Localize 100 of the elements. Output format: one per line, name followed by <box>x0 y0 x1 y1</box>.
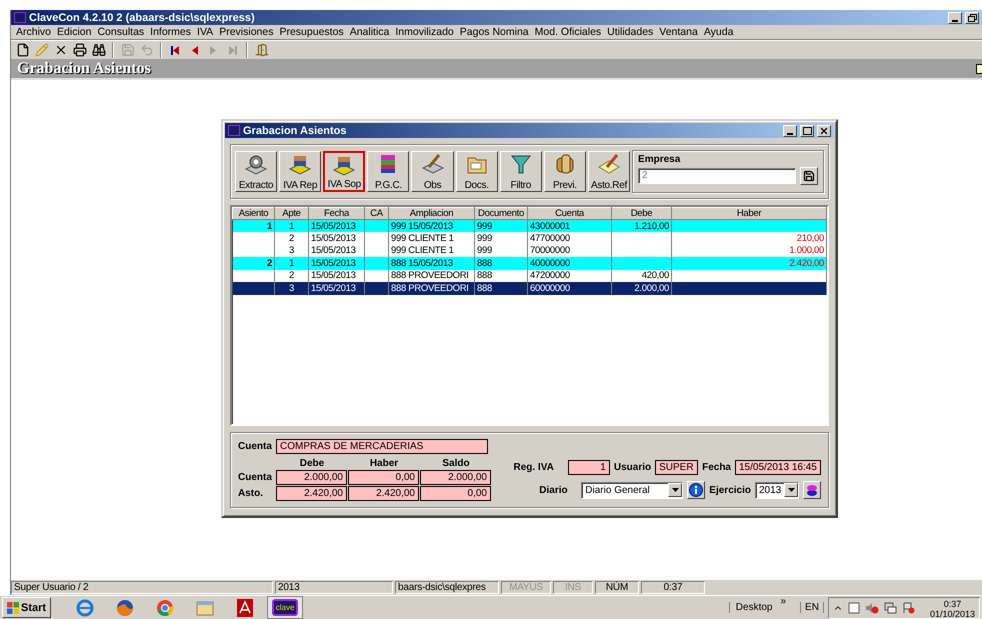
column-header[interactable]: Haber <box>672 208 826 220</box>
column-header[interactable]: CA <box>364 208 388 220</box>
minimize-icon <box>952 20 958 22</box>
restore-button[interactable] <box>965 12 979 24</box>
minimize-button[interactable] <box>783 124 797 136</box>
next-icon <box>209 46 218 54</box>
chevron-button[interactable]: » <box>780 596 786 607</box>
start-button[interactable]: Start <box>2 597 52 618</box>
menu-item[interactable]: IVA <box>194 26 216 38</box>
app-icon <box>228 125 240 136</box>
column-header[interactable]: Fecha <box>308 208 364 220</box>
toolbar-button[interactable]: Obs <box>411 151 454 192</box>
row-label: Cuenta <box>238 472 273 483</box>
note-icon <box>596 153 621 175</box>
save-icon <box>120 43 134 57</box>
column-header[interactable]: Cuenta <box>528 208 612 220</box>
close-button[interactable] <box>817 124 831 136</box>
field-label: Cuenta <box>238 441 273 452</box>
field-label: Diario <box>539 484 569 496</box>
date-field: 15/05/2013 16:45 <box>735 460 821 475</box>
close-icon <box>819 126 829 136</box>
toolbar-button[interactable] <box>71 42 88 58</box>
field-label: Ejercicio <box>709 484 751 496</box>
taskbar-app[interactable]: clave <box>267 596 304 619</box>
page-heading: Grabacion Asientos <box>17 60 152 78</box>
minimize-icon <box>787 132 793 134</box>
app-icon <box>14 12 26 23</box>
menu-item[interactable]: Ventana <box>656 26 701 38</box>
menu-item[interactable]: Pagos Nomina <box>456 26 532 38</box>
info-icon <box>689 483 704 497</box>
database-button[interactable] <box>803 481 821 499</box>
year-dropdown[interactable]: 2013 <box>755 482 799 498</box>
total-field: 0,00 <box>348 470 419 485</box>
toolbar-button[interactable]: Asto.Ref <box>588 151 630 192</box>
flag-icon[interactable] <box>902 602 915 614</box>
table-cell: 15/05/2013 <box>308 282 364 294</box>
table-row[interactable]: 2 1 15/05/2013 888 15/05/2013 888 40000000 2.420,00 <box>232 257 826 270</box>
maximize-button[interactable] <box>800 124 814 136</box>
menu-item[interactable]: Previsiones <box>216 26 276 38</box>
column-header: Debe <box>298 459 326 469</box>
total-field: 2.000,00 <box>420 470 491 485</box>
browser-icon <box>115 598 136 618</box>
minimize-button[interactable] <box>948 12 962 24</box>
table-row[interactable]: 3 15/05/2013 999 CLIENTE 1 999 70000000 1.000,00 <box>232 244 826 257</box>
restore-icon <box>968 14 976 22</box>
dialog-title: Grabacion Asientos <box>243 124 348 136</box>
toolbar-button[interactable] <box>90 42 107 58</box>
user-field: SUPER <box>655 460 698 475</box>
empresa-field[interactable]: 2 <box>638 168 796 184</box>
table-row[interactable]: 1 1 15/05/2013 999 15/05/2013 999 43000001 1.210,00 <box>232 220 826 232</box>
toolbar-button[interactable]: P.G.C. <box>367 151 410 192</box>
menu-item[interactable]: Ayuda <box>700 26 736 38</box>
door-icon <box>254 43 268 57</box>
info-button[interactable] <box>687 481 706 499</box>
network-icon[interactable] <box>884 602 897 614</box>
clock[interactable]: 0:37 01/10/2013 <box>930 596 975 619</box>
menu-item[interactable]: Utilidades <box>604 26 656 38</box>
table-row[interactable]: 2 15/05/2013 888 PROVEEDORI 888 47200000 420,00 <box>232 270 826 282</box>
menu-item[interactable]: Analitica <box>346 26 392 38</box>
menu-item[interactable]: Presupuestos <box>276 26 347 38</box>
reg-iva-field: 1 <box>568 460 610 475</box>
column-header[interactable]: Apte <box>274 208 308 220</box>
column-header: Saldo <box>441 459 471 469</box>
status-panel: Super Usuario / 2 <box>11 581 273 594</box>
column-header[interactable]: Ampliacion <box>388 208 474 220</box>
field-label: Reg. IVA <box>513 462 554 473</box>
pencil-icon <box>34 43 48 57</box>
table-row[interactable]: 2 15/05/2013 999 CLIENTE 1 999 47700000 210,00 <box>232 232 826 244</box>
menu-item[interactable]: Mod. Oficiales <box>532 26 604 38</box>
table-row[interactable]: 3 15/05/2013 888 PROVEEDORI 888 60000000 2.000,00 <box>232 282 826 294</box>
windows-logo-icon <box>7 602 19 614</box>
menu-item[interactable]: Archivo <box>13 26 54 38</box>
column-header[interactable]: Asiento <box>232 208 274 220</box>
row-label: Asto. <box>238 488 264 499</box>
table-cell: 2.000,00 <box>612 282 672 294</box>
status-panel: 2013 <box>275 581 393 594</box>
column-header[interactable]: Debe <box>612 208 672 220</box>
toolbar-button[interactable]: IVA Sop <box>323 151 366 192</box>
menu-item[interactable]: Edicion <box>54 26 94 38</box>
field-label: Empresa <box>638 154 682 165</box>
language-indicator[interactable]: EN <box>800 602 824 613</box>
save-button[interactable] <box>800 167 818 185</box>
speaker-icon[interactable] <box>864 602 879 614</box>
column-header[interactable]: Documento <box>474 208 528 220</box>
new-document-icon <box>16 43 30 57</box>
desktop-toolbar-label[interactable]: Desktop <box>728 602 772 613</box>
status-panel: MAYÚS <box>501 581 551 594</box>
toolbar-button[interactable]: Extracto <box>235 151 278 192</box>
menu-item[interactable]: Inmovilizado <box>392 26 457 38</box>
caret-icon <box>788 488 794 492</box>
journal-dropdown[interactable]: Diario General <box>581 482 684 498</box>
total-field: 2.000,00 <box>276 470 347 485</box>
menu-item[interactable]: Consultas <box>94 26 148 38</box>
status-panel: NÚM <box>595 581 639 594</box>
toolbar-button[interactable]: IVA Rep <box>279 151 322 192</box>
gear-icon <box>244 153 268 175</box>
toolbar-button[interactable]: Filtro <box>500 151 542 192</box>
toolbar-button[interactable]: Previ. <box>544 151 586 192</box>
menu-item[interactable]: Informes <box>147 26 194 38</box>
toolbar-button[interactable]: Docs. <box>456 151 498 192</box>
